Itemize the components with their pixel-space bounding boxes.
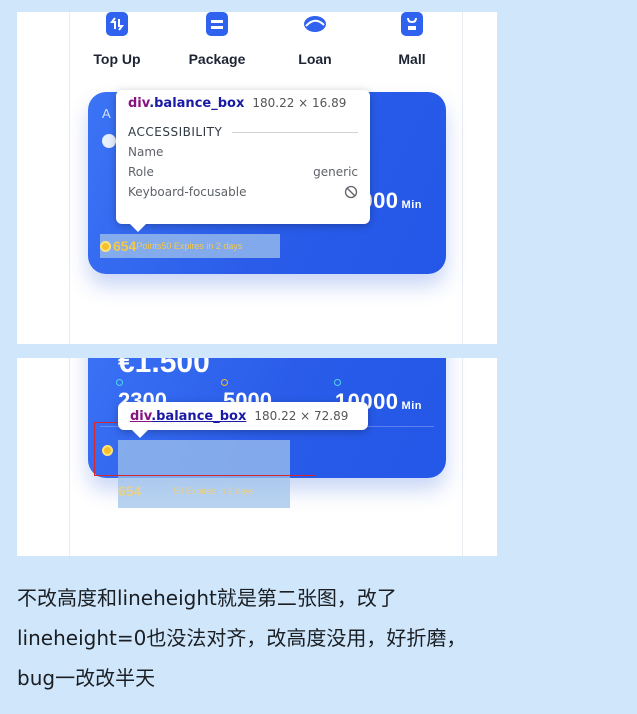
tooltip-tag: div [128,96,150,111]
tooltip-arrow [130,224,146,232]
tooltip-row: Keyboard-focusable [128,185,358,202]
menu-item-package[interactable]: Package [182,12,252,67]
card-letter: A [102,106,111,121]
screenshot-before: Top Up Package Loan Mall A 000 Min 654 P… [17,12,497,344]
balance-box: 654 50 Expires in 2 days [118,483,254,499]
tooltip-dims: 180.22 × 72.89 [254,409,349,423]
gear-icon [102,134,116,148]
tooltip-row: Name [128,145,358,159]
screenshot-after: €1.500 2300 5000 10000 Min 654 50 Expires… [17,358,497,556]
tooltip-arrow [132,430,148,438]
quick-menu: Top Up Package Loan Mall [70,12,462,92]
minutes-unit: Min [401,400,422,412]
devtools-tooltip: div.balance_box 180.22 × 72.89 [118,402,368,438]
package-icon [206,12,228,36]
points-value: 654 [113,238,137,254]
not-focusable-icon [344,185,358,202]
page: Top Up Package Loan Mall A 000 Min 654 P… [0,0,637,714]
caption-line: lineheight=0也没法对齐，改高度没用，好折磨， [17,626,467,650]
tooltip-dims: 180.22 × 16.89 [252,96,347,110]
tooltip-class: .balance_box [151,409,247,424]
phone-viewport: €1.500 2300 5000 10000 Min 654 50 Expires… [69,358,463,556]
menu-label: Top Up [93,51,141,67]
menu-label: Mall [398,51,426,67]
minutes-unit: Min [401,199,422,211]
caption-line: 不改高度和lineheight就是第二张图，改了 [17,586,397,610]
tooltip-selector: div.balance_box 180.22 × 16.89 [128,96,358,111]
tooltip-row-label: Name [128,145,164,159]
post-caption: 不改高度和lineheight就是第二张图，改了 lineheight=0也没法… [17,578,627,698]
status-dot [221,379,228,386]
menu-item-loan[interactable]: Loan [280,12,350,67]
points-label: Points [136,241,162,251]
tooltip-tag: div [130,409,152,424]
tooltip-row: Role generic [128,165,358,179]
balance-box: 654 Points 50 Expires in 2 days [100,238,242,254]
menu-label: Package [188,51,246,67]
tooltip-section-title: ACCESSIBILITY [128,125,223,139]
tooltip-class: .balance_box [149,96,245,111]
tooltip-row-label: Keyboard-focusable [128,185,247,199]
top-up-icon [106,12,128,36]
menu-item-mall[interactable]: Mall [377,12,447,67]
status-dot [116,379,123,386]
status-dot [334,379,341,386]
mall-icon [401,12,423,36]
divider [232,131,358,133]
tooltip-row-value: generic [313,165,358,179]
tooltip-section: ACCESSIBILITY [128,125,358,139]
points-value: 654 [118,483,142,499]
devtools-tooltip: div.balance_box 180.22 × 16.89 ACCESSIBIL… [116,90,370,232]
coin-icon [100,240,111,252]
tooltip-selector: div.balance_box 180.22 × 72.89 [130,402,356,431]
points-expire: 50 Expires in 2 days [173,486,255,496]
caption-line: bug一改改半天 [17,666,156,690]
menu-label: Loan [298,51,332,67]
points-expire: 50 Expires in 2 days [161,241,243,251]
menu-item-top-up[interactable]: Top Up [82,12,152,67]
phone-viewport: Top Up Package Loan Mall A 000 Min 654 P… [69,12,463,344]
tooltip-row-label: Role [128,165,154,179]
balance-amount: €1.500 [118,358,210,379]
loan-icon [304,12,326,36]
